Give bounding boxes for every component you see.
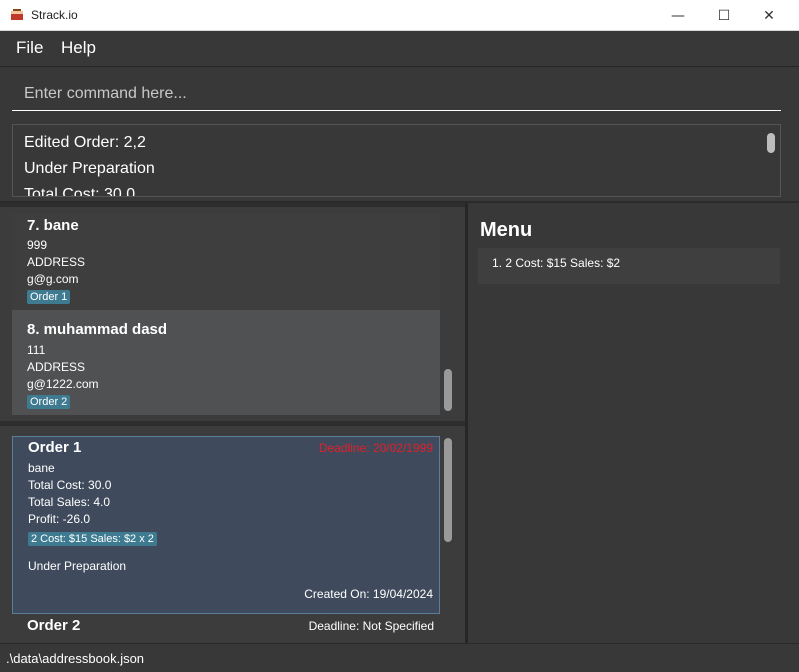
order-card[interactable]: Order 2 Deadline: Not Specified	[12, 615, 440, 637]
menu-help[interactable]: Help	[61, 38, 96, 58]
save-location: .\data\addressbook.json	[6, 651, 145, 666]
window-title: Strack.io	[31, 8, 78, 22]
person-card[interactable]: 7. bane 999 ADDRESS g@g.com Order 1	[12, 214, 440, 310]
maximize-button[interactable]: ☐	[701, 0, 747, 31]
person-phone: 999	[27, 238, 48, 252]
menu-list-item[interactable]: 1. 2 Cost: $15 Sales: $2	[492, 256, 620, 270]
person-list-scrollbar[interactable]	[444, 369, 452, 411]
command-input[interactable]	[12, 77, 781, 111]
app-logo-icon	[11, 9, 23, 20]
order-item-tag: 2 Cost: $15 Sales: $2 x 2	[28, 532, 157, 546]
menu-file[interactable]: File	[16, 38, 43, 58]
minimize-button[interactable]: —	[655, 0, 701, 31]
order-list[interactable]: Order 1 Deadline: 20/02/1999 bane Total …	[0, 425, 465, 643]
person-card[interactable]: 8. muhammad dasd 111 ADDRESS g@1222.com …	[12, 310, 440, 415]
person-address: ADDRESS	[27, 360, 86, 374]
result-display[interactable]: Edited Order: 2,2 Under Preparation Tota…	[12, 124, 781, 197]
order-profit: Profit: -26.0	[28, 512, 91, 526]
order-customer: bane	[28, 461, 55, 475]
result-line: Edited Order: 2,2	[24, 134, 146, 151]
person-email: g@1222.com	[27, 377, 99, 391]
order-tag: Order 2	[27, 395, 71, 409]
left-panel: 7. bane 999 ADDRESS g@g.com Order 1 8. m…	[0, 203, 465, 643]
result-display-area: Edited Order: 2,2 Under Preparation Tota…	[0, 121, 799, 201]
order-deadline: Deadline: Not Specified	[308, 619, 434, 633]
person-name: 8. muhammad dasd	[27, 321, 168, 338]
order-total-cost: Total Cost: 30.0	[28, 478, 112, 492]
order-title: Order 1	[28, 439, 82, 456]
person-address: ADDRESS	[27, 255, 86, 269]
title-bar: Strack.io — ☐ ✕	[0, 0, 799, 31]
menu-item-list[interactable]: 1. 2 Cost: $15 Sales: $2	[478, 248, 780, 284]
order-status: Under Preparation	[28, 559, 127, 573]
menu-bar: File Help	[0, 31, 799, 67]
close-button[interactable]: ✕	[746, 0, 792, 31]
person-email: g@g.com	[27, 272, 79, 286]
result-scrollbar[interactable]	[767, 133, 775, 153]
order-list-scrollbar[interactable]	[444, 438, 452, 542]
person-name: 7. bane	[27, 217, 79, 234]
order-created-date: Created On: 19/04/2024	[304, 587, 433, 601]
order-deadline: Deadline: 20/02/1999	[318, 441, 433, 455]
status-bar: .\data\addressbook.json	[0, 643, 799, 672]
person-phone: 111	[27, 343, 46, 357]
order-title: Order 2	[27, 617, 81, 634]
menu-panel: Menu 1. 2 Cost: $15 Sales: $2	[468, 203, 799, 643]
person-list[interactable]: 7. bane 999 ADDRESS g@g.com Order 1 8. m…	[0, 206, 465, 421]
order-card[interactable]: Order 1 Deadline: 20/02/1999 bane Total …	[12, 436, 440, 614]
order-tag: Order 1	[27, 290, 71, 304]
result-line: Total Cost: 30.0	[24, 186, 136, 197]
order-total-sales: Total Sales: 4.0	[28, 495, 111, 509]
menu-panel-title: Menu	[480, 219, 533, 241]
result-line: Under Preparation	[24, 160, 155, 177]
main-area: 7. bane 999 ADDRESS g@g.com Order 1 8. m…	[0, 203, 799, 643]
command-box	[0, 67, 799, 121]
